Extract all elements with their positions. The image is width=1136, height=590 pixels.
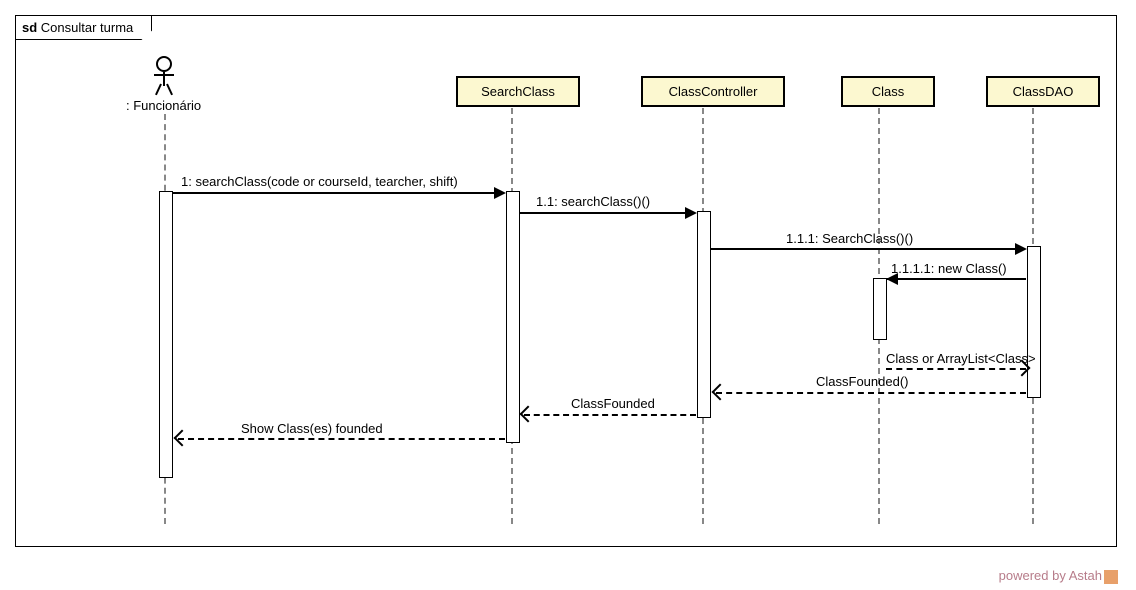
activation-classdao: [1027, 246, 1041, 398]
msg-1-1: 1.1: searchClass()(): [536, 194, 650, 209]
lifeline-box-classdao: ClassDAO: [986, 76, 1100, 107]
activation-actor: [159, 191, 173, 478]
footer-branding: powered by Astah: [999, 568, 1118, 584]
arrowhead-r4: [174, 430, 191, 447]
frame-name: Consultar turma: [41, 20, 133, 35]
arrowhead-m1: [494, 187, 506, 199]
msg-1-1-1: 1.1.1: SearchClass()(): [786, 231, 913, 246]
arrow-m1: [172, 192, 504, 194]
arrow-r4: [178, 438, 505, 440]
activation-classcontroller: [697, 211, 711, 418]
actor-icon: [152, 56, 176, 96]
arrowhead-m1-1-1-1: [886, 273, 898, 285]
return-r1: Class or ArrayList<Class>: [886, 351, 1036, 366]
actor-label: : Funcionário: [126, 98, 201, 113]
msg-1-1-1-1: 1.1.1.1: new Class(): [891, 261, 1007, 276]
arrow-r3: [524, 414, 696, 416]
lifeline-box-searchclass: SearchClass: [456, 76, 580, 107]
frame-prefix: sd: [22, 20, 37, 35]
activation-class: [873, 278, 887, 340]
arrowhead-r3: [520, 406, 537, 423]
return-r4: Show Class(es) founded: [241, 421, 383, 436]
msg-1: 1: searchClass(code or courseId, tearche…: [181, 174, 458, 189]
arrow-m1-1: [519, 212, 695, 214]
astah-icon: [1104, 570, 1118, 584]
return-r2: ClassFounded(): [816, 374, 909, 389]
return-r3: ClassFounded: [571, 396, 655, 411]
lifeline-box-classcontroller: ClassController: [641, 76, 785, 107]
arrow-r1: [886, 368, 1026, 370]
lifeline-box-class: Class: [841, 76, 935, 107]
activation-searchclass: [506, 191, 520, 443]
arrowhead-m1-1-1: [1015, 243, 1027, 255]
arrow-m1-1-1-1: [886, 278, 1026, 280]
arrowhead-r2: [712, 384, 729, 401]
actor-funcionario: : Funcionário: [126, 56, 201, 113]
arrow-m1-1-1: [710, 248, 1025, 250]
sequence-diagram-frame: sd Consultar turma : Funcionário SearchC…: [15, 15, 1117, 547]
arrowhead-m1-1: [685, 207, 697, 219]
frame-title: sd Consultar turma: [16, 16, 152, 40]
arrow-r2: [716, 392, 1026, 394]
